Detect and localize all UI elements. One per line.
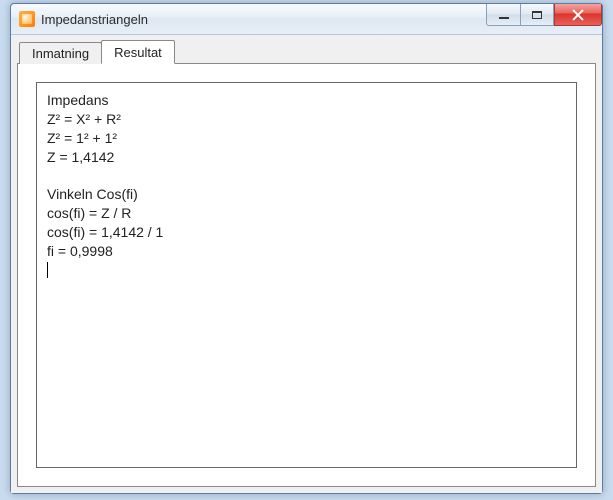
text-caret [47,262,48,278]
window-controls [486,4,602,26]
result-output[interactable]: Impedans Z² = X² + R² Z² = 1² + 1² Z = 1… [36,82,577,468]
result-text: Impedans Z² = X² + R² Z² = 1² + 1² Z = 1… [47,92,163,259]
close-button[interactable] [554,4,602,26]
tabstrip: Inmatning Resultat [17,39,596,64]
window-title: Impedanstriangeln [41,12,148,27]
minimize-icon [499,17,509,19]
tab-resultat[interactable]: Resultat [101,40,175,64]
minimize-button[interactable] [486,4,520,26]
app-icon [19,11,35,27]
tabpage-resultat: Impedans Z² = X² + R² Z² = 1² + 1² Z = 1… [17,64,596,487]
close-icon [572,9,584,21]
maximize-button[interactable] [520,4,554,26]
titlebar[interactable]: Impedanstriangeln [11,4,602,35]
tab-inmatning[interactable]: Inmatning [19,42,102,64]
client-area: Inmatning Resultat Impedans Z² = X² + R²… [11,35,602,493]
app-window: Impedanstriangeln Inmatning Resultat Imp… [10,3,603,494]
maximize-icon [532,11,542,19]
